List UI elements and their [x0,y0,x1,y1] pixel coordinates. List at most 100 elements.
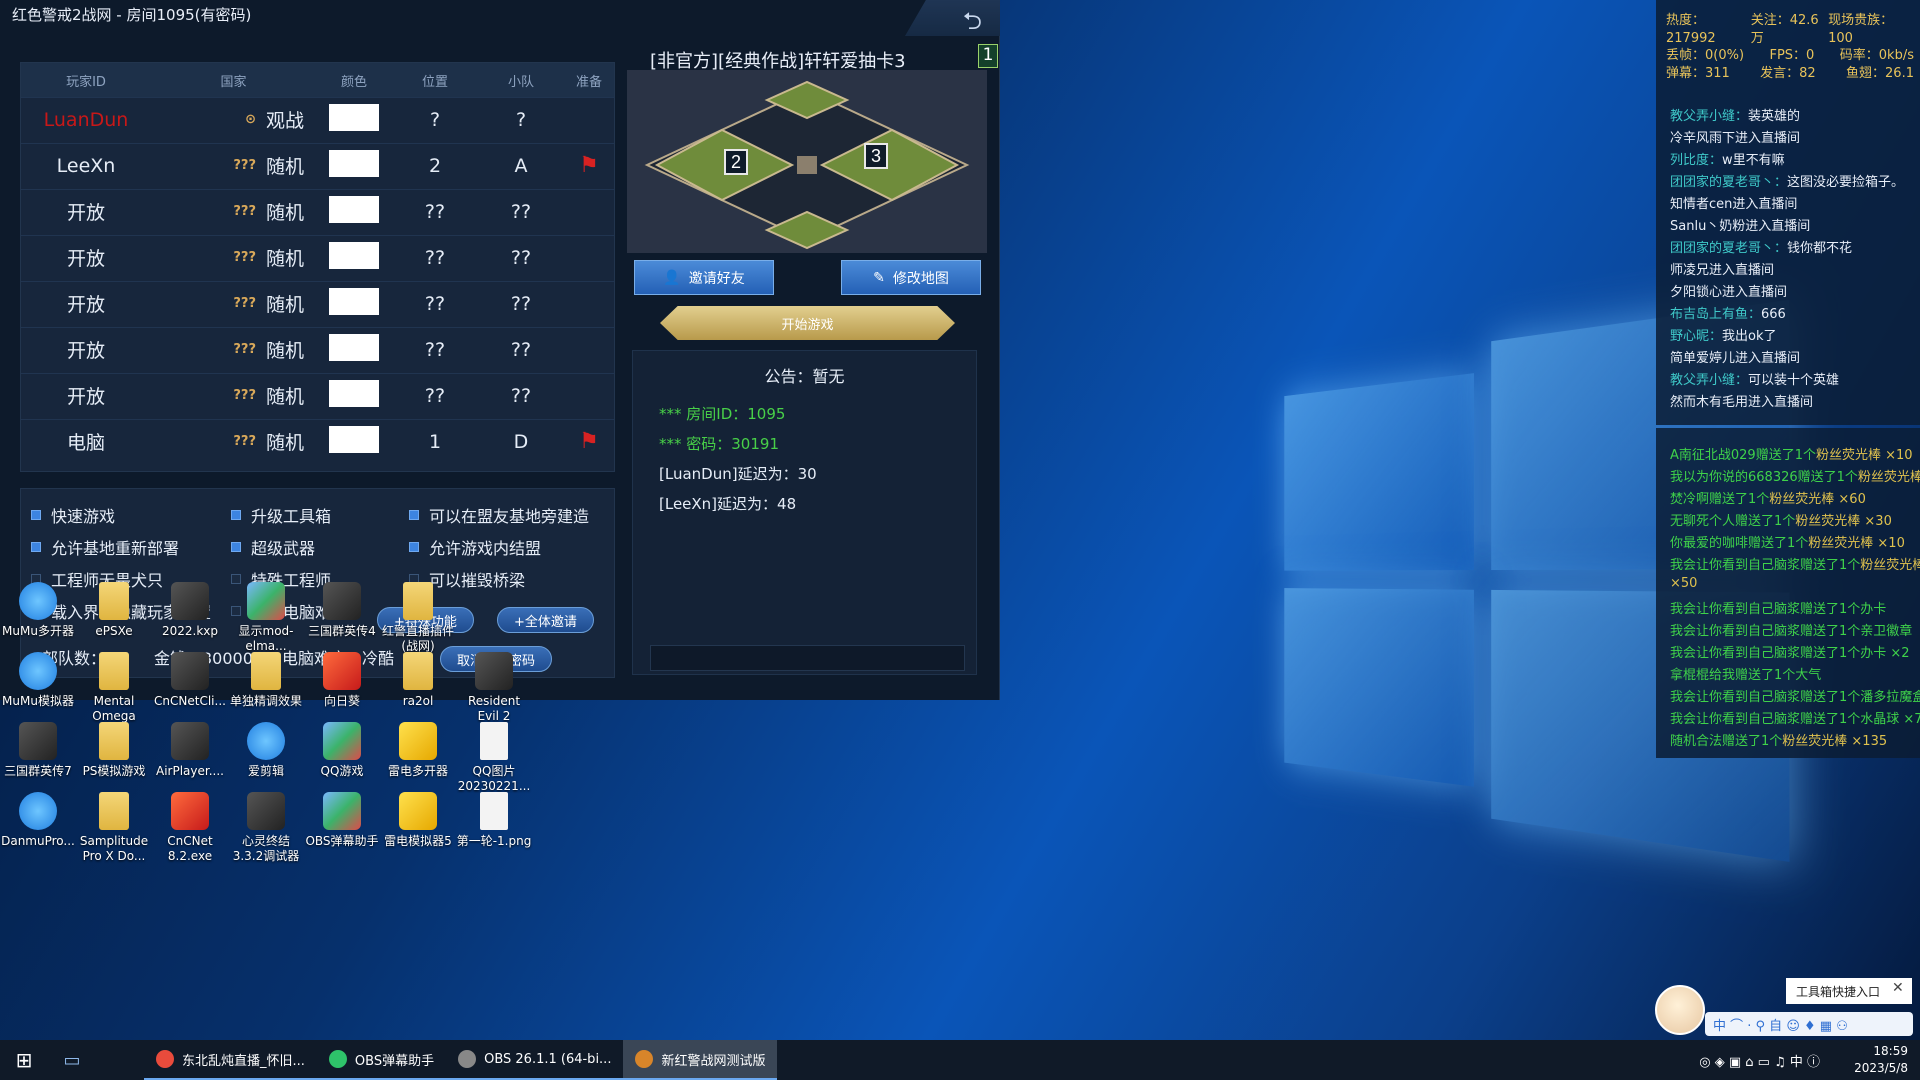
table-row[interactable]: 开放??? 随机???? [21,281,614,325]
table-row[interactable]: 开放??? 随机???? [21,189,614,233]
position-select[interactable]: ?? [392,293,478,315]
desktop-icon[interactable]: 心灵终结3.3.2调试器 [228,792,304,864]
color-select[interactable] [316,242,392,274]
nation-select[interactable]: ??? 随机 [151,244,316,271]
team-select[interactable]: ? [478,109,564,131]
taskbar-app[interactable]: 新红警战网测试版 [623,1040,777,1080]
table-row[interactable]: LuanDun ⊙ 观战?? [21,97,614,141]
desktop-icon[interactable]: 向日葵 [304,652,380,709]
desktop-icon[interactable]: PS模拟游戏 [76,722,152,779]
position-select[interactable]: 2 [392,155,478,177]
color-swatch[interactable] [329,426,379,453]
desktop-icon[interactable]: 红警直播插件(战网) [380,582,456,654]
start-game-button[interactable]: 开始游戏 [660,306,955,340]
edit-map-button[interactable]: ✎ 修改地图 [841,260,981,295]
checkbox[interactable] [231,542,241,552]
system-tray[interactable]: ◎ ◈ ▣ ⌂ ▭ ♫ 中 ⓘ [1699,1040,1820,1080]
color-swatch[interactable] [329,150,379,177]
desktop-icon[interactable]: 雷电模拟器5 [380,792,456,849]
desktop-icon[interactable]: Resident Evil 2 [456,652,532,724]
assistant-avatar[interactable] [1655,985,1705,1035]
nation-select[interactable]: ??? 随机 [151,290,316,317]
team-select[interactable]: A [478,155,564,177]
team-select[interactable]: ?? [478,201,564,223]
desktop-icon[interactable]: 2022.kxp [152,582,228,639]
invite-friend-button[interactable]: 👤 邀请好友 [634,260,774,295]
desktop-icon[interactable]: 第一轮-1.png [456,792,532,849]
tool-strip[interactable]: 中 ⌒ · ⚲ 自 ☺ ♦ ▦ ⚇ [1705,1012,1913,1036]
table-row[interactable]: 开放??? 随机???? [21,327,614,371]
windows-start-icon[interactable]: ⊞ [0,1040,48,1080]
desktop-icon[interactable]: 三国群英传4 [304,582,380,639]
table-row[interactable]: 开放??? 随机???? [21,373,614,417]
position-select[interactable]: 1 [392,431,478,453]
desktop-icon[interactable]: CnCNetCli... [152,652,228,709]
color-swatch[interactable] [329,334,379,361]
invite-all-button[interactable]: +全体邀请 [497,607,594,633]
desktop-icon[interactable]: DanmuPro... [0,792,76,849]
position-select[interactable]: ?? [392,339,478,361]
close-icon[interactable]: ✕ [1892,980,1904,996]
taskbar-app[interactable]: OBS弹幕助手 [317,1040,446,1080]
nation-select[interactable]: ⊙ 观战 [151,106,316,133]
table-row[interactable]: 电脑??? 随机 1 D ⚑ [21,419,614,463]
color-select[interactable] [316,380,392,412]
color-select[interactable] [316,150,392,182]
nation-select[interactable]: ??? 随机 [151,336,316,363]
checkbox[interactable] [409,542,419,552]
taskbar-app[interactable]: OBS 26.1.1 (64-bi... [446,1040,623,1080]
desktop-icon[interactable]: CnCNet 8.2.exe [152,792,228,864]
team-select[interactable]: ?? [478,293,564,315]
desktop-icon[interactable]: ePSXe [76,582,152,639]
nation-select[interactable]: ??? 随机 [151,428,316,455]
desktop-icon[interactable]: AirPlayer.... [152,722,228,779]
team-select[interactable]: ?? [478,385,564,407]
desktop-icon[interactable]: ra2ol [380,652,456,709]
taskbar-app[interactable]: 东北乱炖直播_怀旧... [144,1040,317,1080]
checkbox[interactable] [231,510,241,520]
desktop-icon[interactable]: 雷电多开器 [380,722,456,779]
team-select[interactable]: D [478,431,564,453]
desktop-icon[interactable]: 显示mod-elma... [228,582,304,654]
team-select[interactable]: ?? [478,247,564,269]
option-superweapon[interactable]: 超级武器 [231,535,315,559]
position-select[interactable]: ?? [392,247,478,269]
desktop-icon[interactable]: 三国群英传7 [0,722,76,779]
nation-select[interactable]: ??? 随机 [151,152,316,179]
checkbox[interactable] [409,510,419,520]
option-quick-game[interactable]: 快速游戏 [31,503,115,527]
nation-select[interactable]: ??? 随机 [151,198,316,225]
color-select[interactable] [316,334,392,366]
color-swatch[interactable] [329,104,379,131]
back-button[interactable]: ⮌ [905,0,1000,36]
color-swatch[interactable] [329,242,379,269]
desktop-icon[interactable]: MuMu多开器 [0,582,76,639]
color-select[interactable] [316,288,392,320]
color-swatch[interactable] [329,196,379,223]
computer-icon[interactable]: ▭ [48,1040,96,1080]
desktop-icon[interactable]: QQ图片20230221... [456,722,532,794]
color-select[interactable] [316,426,392,458]
desktop-icon[interactable]: 单独精调效果 [228,652,304,709]
desktop-icon[interactable]: Mental Omega [76,652,152,724]
clock[interactable]: 18:59 2023/5/8 [1854,1043,1908,1078]
checkbox[interactable] [31,542,41,552]
checkbox[interactable] [31,510,41,520]
position-select[interactable]: ?? [392,385,478,407]
color-swatch[interactable] [329,380,379,407]
desktop-icon[interactable]: OBS弹幕助手 [304,792,380,849]
desktop-icon[interactable]: QQ游戏 [304,722,380,779]
desktop-icon[interactable]: Samplitude Pro X Do... [76,792,152,864]
option-ingame-ally[interactable]: 允许游戏内结盟 [409,535,541,559]
position-select[interactable]: ?? [392,201,478,223]
desktop-icon[interactable]: 爱剪辑 [228,722,304,779]
color-select[interactable] [316,104,392,136]
position-select[interactable]: ? [392,109,478,131]
map-preview[interactable]: 2 3 [627,70,987,253]
table-row[interactable]: LeeXn??? 随机 2 A ⚑ [21,143,614,187]
table-row[interactable]: 开放??? 随机???? [21,235,614,279]
option-redeploy[interactable]: 允许基地重新部署 [31,535,179,559]
chat-input[interactable] [650,645,965,671]
color-swatch[interactable] [329,288,379,315]
color-select[interactable] [316,196,392,228]
